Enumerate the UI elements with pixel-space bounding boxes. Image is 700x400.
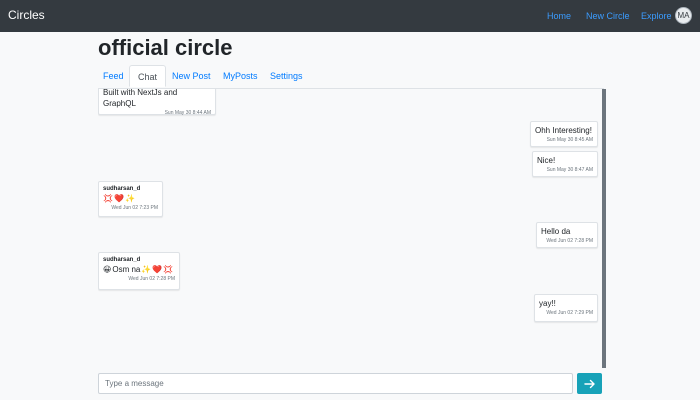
avatar[interactable]: MA bbox=[675, 7, 692, 24]
tab-new-post[interactable]: New Post bbox=[172, 65, 211, 87]
nav-link-home[interactable]: Home bbox=[547, 11, 571, 21]
message-input[interactable] bbox=[98, 373, 573, 394]
message-bubble: yay!! Wed Jun 02 7:29 PM bbox=[534, 294, 598, 322]
page-title: official circle bbox=[98, 35, 233, 60]
top-navbar: Circles Home New Circle Explore MA bbox=[0, 0, 700, 32]
message-time: Sun May 30 8:44 AM bbox=[164, 110, 211, 116]
message-time: Sun May 30 8:45 AM bbox=[546, 137, 593, 143]
tab-feed[interactable]: Feed bbox=[103, 65, 124, 87]
message-sender: sudharsan_d bbox=[103, 186, 141, 192]
arrow-right-icon bbox=[583, 379, 595, 388]
message-time: Sun May 30 8:47 AM bbox=[546, 167, 593, 173]
message-bubble: Ohh Interesting! Sun May 30 8:45 AM bbox=[530, 121, 598, 147]
chat-scrollbar[interactable] bbox=[602, 89, 606, 368]
heart-icon: ❤️ bbox=[113, 194, 124, 203]
anger-icon: 💢 bbox=[103, 194, 113, 203]
tab-settings[interactable]: Settings bbox=[270, 65, 303, 87]
nav-link-explore[interactable]: Explore bbox=[641, 11, 672, 21]
message-time: Wed Jun 02 7:28 PM bbox=[546, 238, 593, 244]
message-bubble: sudharsan_d 💢 ❤️ ✨ Wed Jun 02 7:23 PM bbox=[98, 181, 163, 217]
message-bubble: Hello da Wed Jun 02 7:28 PM bbox=[536, 222, 598, 248]
tab-myposts[interactable]: MyPosts bbox=[223, 65, 258, 87]
message-sender: sudharsan_d bbox=[103, 257, 141, 263]
message-text: Osm na bbox=[112, 265, 141, 274]
scrollbar-thumb[interactable] bbox=[602, 89, 606, 368]
sparkles-icon: ✨ bbox=[124, 194, 135, 203]
nav-link-new-circle[interactable]: New Circle bbox=[586, 11, 630, 21]
emoji-row: 💢 ❤️ ✨ bbox=[103, 193, 158, 204]
send-button[interactable] bbox=[577, 373, 602, 394]
emoji-row: 😀 Osm na ✨ ❤️ 💢 bbox=[103, 264, 175, 275]
sparkles-icon: ✨ bbox=[141, 265, 152, 274]
message-text: Nice! bbox=[537, 156, 556, 165]
chat-panel[interactable]: Built with NextJs and GraphQL Sun May 30… bbox=[98, 89, 604, 366]
message-text: Built with NextJs and GraphQL bbox=[103, 89, 178, 108]
message-time: Wed Jun 02 7:29 PM bbox=[546, 310, 593, 316]
anger-icon: 💢 bbox=[163, 265, 174, 274]
message-bubble: Nice! Sun May 30 8:47 AM bbox=[532, 151, 598, 177]
tab-bar: Feed Chat New Post MyPosts Settings bbox=[98, 65, 604, 89]
grin-icon: 😀 bbox=[103, 265, 112, 274]
message-bubble: Built with NextJs and GraphQL Sun May 30… bbox=[98, 89, 216, 116]
message-time: Wed Jun 02 7:23 PM bbox=[111, 205, 158, 211]
message-bubble: sudharsan_d 😀 Osm na ✨ ❤️ 💢 Wed Jun 02 7… bbox=[98, 252, 180, 290]
heart-icon: ❤️ bbox=[152, 265, 163, 274]
message-text: Ohh Interesting! bbox=[535, 126, 592, 135]
brand-logo[interactable]: Circles bbox=[8, 8, 45, 22]
message-text: Hello da bbox=[541, 227, 571, 236]
message-text: yay!! bbox=[539, 299, 556, 308]
message-time: Wed Jun 02 7:28 PM bbox=[128, 276, 175, 282]
tab-chat[interactable]: Chat bbox=[129, 65, 167, 87]
